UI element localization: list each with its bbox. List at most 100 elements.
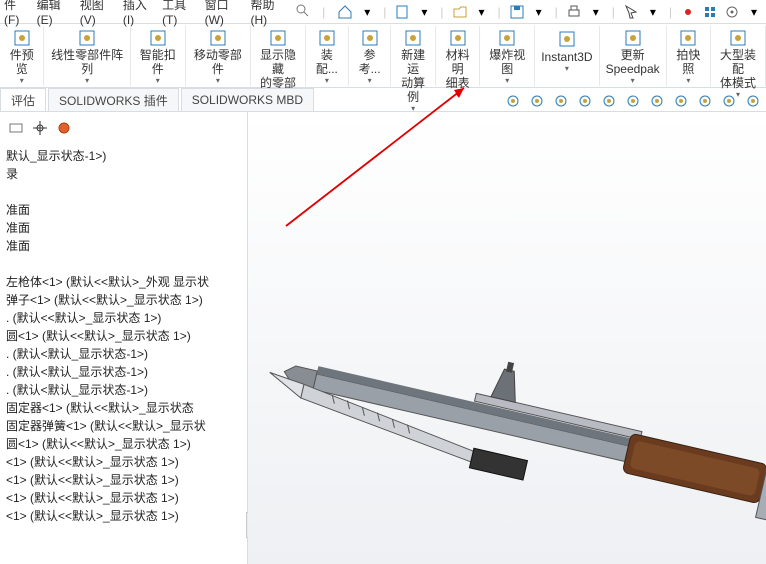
chevron-down-icon[interactable]: ▾ [20,76,24,85]
ribbon-label: 移动零部件 [192,48,244,76]
rifle-model [258,322,766,564]
move-icon [208,28,228,48]
tree-item[interactable]: 圆<1> (默认<<默认>_显示状态 1>) [6,327,245,345]
chevron-down-icon[interactable]: ▾ [368,76,372,85]
chevron-down-icon[interactable]: ▾ [565,64,569,73]
menu-window[interactable]: 窗口(W) [205,0,241,27]
appearance-icon[interactable] [672,92,690,110]
menu-view[interactable]: 视图(V) [80,0,113,27]
ribbon-motion[interactable]: 新建运 动算例▾ [391,26,435,86]
open-icon[interactable] [452,4,468,20]
ribbon-move[interactable]: 移动零部件▾ [186,26,251,86]
tree-item[interactable]: 准面 [6,201,245,219]
menubar: 件(F) 编辑(E) 视图(V) 插入(I) 工具(T) 窗口(W) 帮助(H)… [0,0,766,24]
tab-swmbd[interactable]: SOLIDWORKS MBD [181,88,314,111]
chevron-down-icon[interactable]: ▾ [588,4,604,20]
ribbon-snapshot[interactable]: 拍快照▾ [667,26,711,86]
chevron-down-icon[interactable]: ▾ [156,76,160,85]
feature-tree[interactable]: 默认_显示状态-1>)录 准面准面准面 左枪体<1> (默认<<默认>_外观 显… [2,147,245,525]
display-state-icon[interactable] [744,92,762,110]
ribbon-instant3d[interactable]: Instant3D▾ [535,26,599,86]
search-icon[interactable] [294,2,310,21]
chevron-down-icon[interactable]: ▾ [631,76,635,85]
tab-swaddins[interactable]: SOLIDWORKS 插件 [48,88,179,111]
separator: | [322,5,325,19]
chevron-down-icon[interactable]: ▾ [216,76,220,85]
chevron-down-icon[interactable]: ▾ [531,4,547,20]
explode-icon [497,28,517,48]
ribbon-showhide[interactable]: 显示隐藏 的零部件▾ [251,26,306,86]
chevron-down-icon[interactable]: ▾ [746,4,762,20]
tree-item[interactable]: 准面 [6,237,245,255]
tree-item[interactable]: <1> (默认<<默认>_显示状态 1>) [6,453,245,471]
ribbon-explode[interactable]: 爆炸视图▾ [480,26,535,86]
menu-edit[interactable]: 编辑(E) [37,0,70,27]
pointer-icon[interactable] [623,4,639,20]
tree-item[interactable]: 默认_显示状态-1>) [6,147,245,165]
chevron-down-icon[interactable]: ▾ [359,4,375,20]
render-icon[interactable] [624,92,642,110]
ribbon-label: 材料明 细表 [442,48,473,90]
tree-item[interactable]: <1> (默认<<默认>_显示状态 1>) [6,489,245,507]
wireframe-icon[interactable] [552,92,570,110]
tree-item[interactable]: 准面 [6,219,245,237]
tree-item[interactable]: . (默认<默认_显示状态-1>) [6,363,245,381]
ribbon-fastener[interactable]: 智能扣件▾ [131,26,186,86]
options-icon[interactable] [702,4,718,20]
hide-icon[interactable] [8,120,24,139]
tab-eval[interactable]: 评估 [0,88,46,111]
chevron-down-icon[interactable]: ▾ [85,76,89,85]
view-toolbar [504,92,762,110]
new-icon[interactable] [394,4,410,20]
chevron-down-icon[interactable]: ▾ [505,76,509,85]
ribbon-reffeat[interactable]: 参考...▾ [349,26,392,86]
ribbon-features[interactable]: 装配...▾ [306,26,349,86]
tree-item[interactable]: 固定器弹簧<1> (默认<<默认>_显示状 [6,417,245,435]
screen-icon[interactable] [720,92,738,110]
chevron-down-icon[interactable]: ▾ [325,76,329,85]
chevron-down-icon[interactable]: ▾ [456,90,460,99]
tree-item[interactable]: . (默认<<默认>_显示状态 1>) [6,309,245,327]
chevron-down-icon[interactable]: ▾ [645,4,661,20]
ribbon-pattern[interactable]: 线性零部件阵列▾ [44,26,130,86]
tree-item[interactable]: 左枪体<1> (默认<<默认>_外观 显示状 [6,273,245,291]
ribbon-sidebar[interactable]: 件预览▾ [0,26,44,86]
tree-item[interactable]: 录 [6,165,245,183]
print-icon[interactable] [566,4,582,20]
menu-tools[interactable]: 工具(T) [162,0,195,27]
ribbon-speedpak[interactable]: 更新 Speedpak▾ [600,26,667,86]
chevron-down-icon[interactable]: ▾ [416,4,432,20]
sphere-icon[interactable] [56,120,72,139]
shaded-icon[interactable] [600,92,618,110]
tree-item[interactable]: 弹子<1> (默认<<默认>_显示状态 1>) [6,291,245,309]
menu-insert[interactable]: 插入(I) [123,0,152,27]
scene-icon[interactable] [648,92,666,110]
toggle-red-icon[interactable] [680,4,696,20]
menu-help[interactable]: 帮助(H) [250,0,284,27]
tree-item[interactable]: <1> (默认<<默认>_显示状态 1>) [6,507,245,525]
tree-item[interactable] [6,183,245,201]
tree-item[interactable]: <1> (默认<<默认>_显示状态 1>) [6,471,245,489]
tree-item[interactable]: . (默认<默认_显示状态-1>) [6,381,245,399]
ribbon: 件预览▾线性零部件阵列▾智能扣件▾移动零部件▾显示隐藏 的零部件▾装配...▾参… [0,24,766,88]
settings-icon[interactable] [724,4,740,20]
ribbon-bom[interactable]: 材料明 细表▾ [436,26,480,86]
ribbon-label: Instant3D [541,50,592,64]
chevron-down-icon[interactable]: ▾ [474,4,490,20]
tree-item[interactable]: 固定器<1> (默认<<默认>_显示状态 [6,399,245,417]
tree-item[interactable]: . (默认<默认_显示状态-1>) [6,345,245,363]
chevron-down-icon[interactable]: ▾ [686,76,690,85]
tree-item[interactable] [6,255,245,273]
save-icon[interactable] [509,4,525,20]
decal-icon[interactable] [696,92,714,110]
bom-icon [448,28,468,48]
rotate-icon[interactable] [528,92,546,110]
locate-icon[interactable] [32,120,48,139]
tree-item[interactable]: 圆<1> (默认<<默认>_显示状态 1>) [6,435,245,453]
ribbon-largeasm[interactable]: 大型装配 体模式▾ [711,26,766,86]
menu-file[interactable]: 件(F) [4,0,27,27]
graphics-viewport[interactable] [248,112,766,564]
home-icon[interactable] [337,4,353,20]
zoom-icon[interactable] [504,92,522,110]
section-icon[interactable] [576,92,594,110]
